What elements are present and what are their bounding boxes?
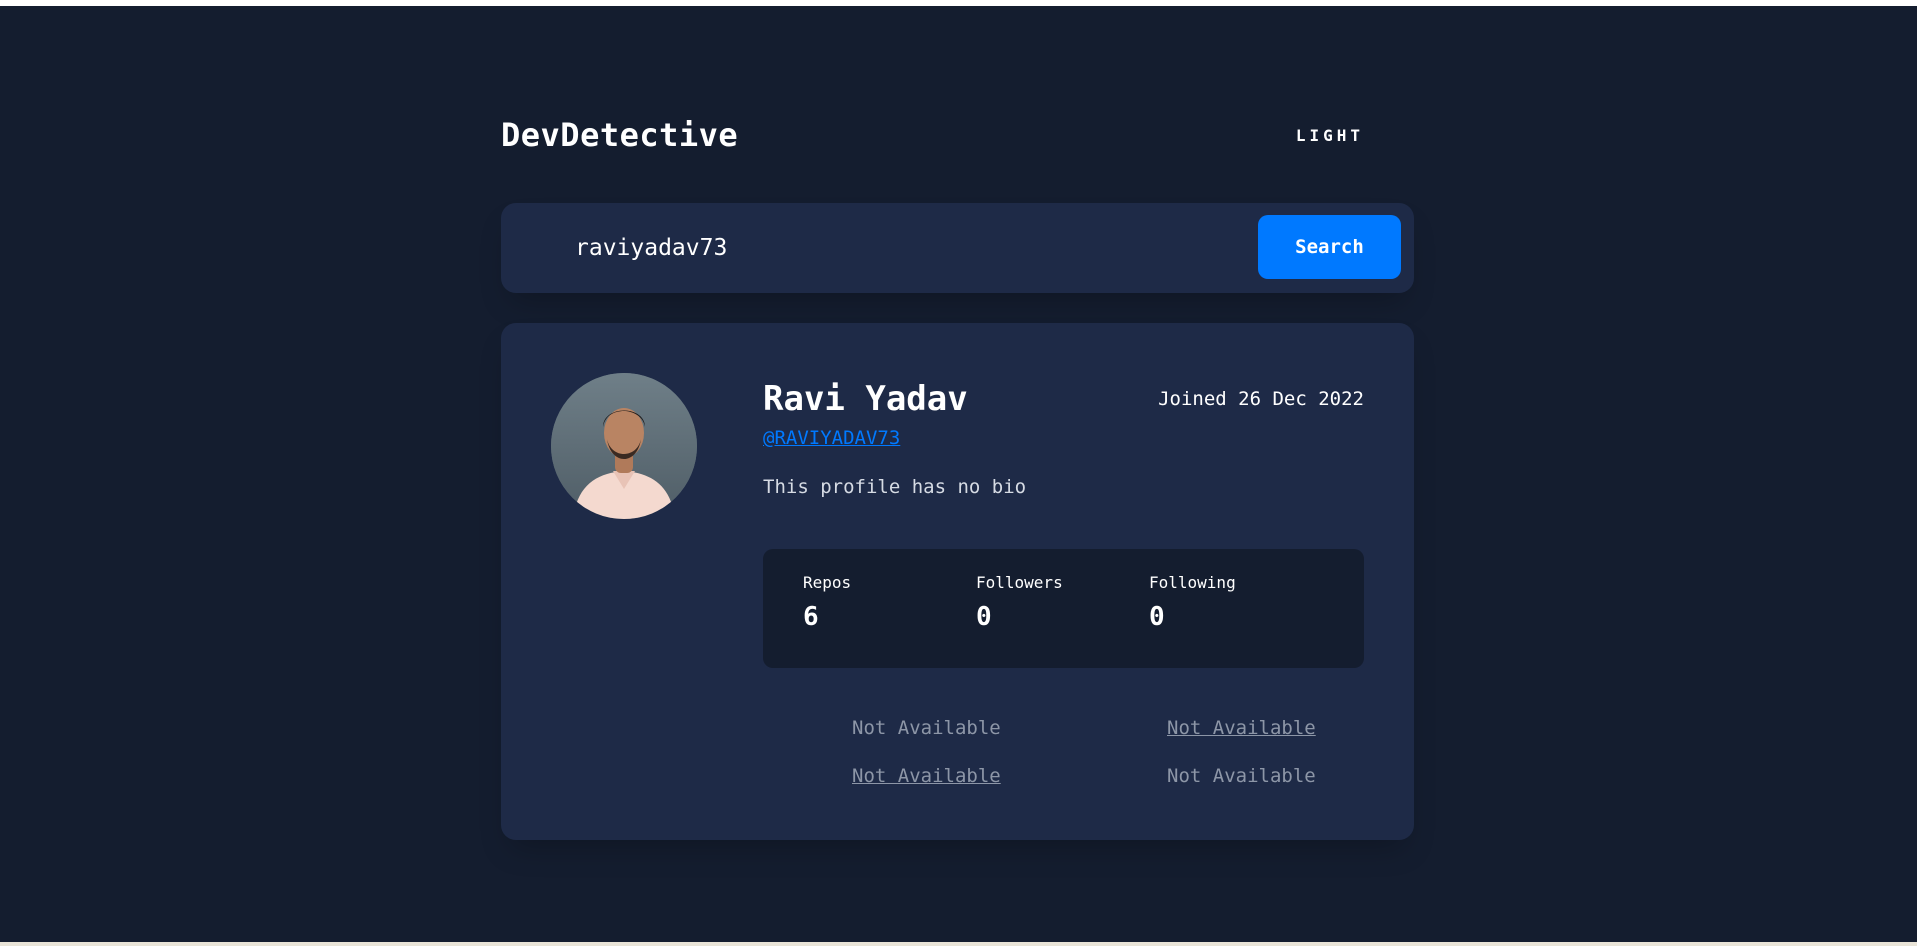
stat-label: Following <box>1149 573 1236 592</box>
stat-label: Repos <box>803 573 852 592</box>
app-container: DevDetective LIGHT Search <box>501 6 1414 840</box>
theme-toggle-button[interactable]: LIGHT <box>1296 126 1364 145</box>
company-text: Not Available <box>1167 765 1316 787</box>
website-link[interactable]: Not Available <box>852 765 1001 787</box>
stat-repos: Repos 6 <box>803 573 851 632</box>
avatar-image <box>551 373 697 519</box>
stats-panel: Repos 6 Followers 0 Following 0 <box>763 549 1364 668</box>
bottom-border <box>0 942 1917 946</box>
stat-followers: Followers 0 <box>976 573 1063 632</box>
location-text: Not Available <box>852 717 1001 739</box>
search-input[interactable] <box>575 227 1215 269</box>
profile-login-link[interactable]: @RAVIYADAV73 <box>763 427 900 449</box>
twitter-link[interactable]: Not Available <box>1167 717 1316 739</box>
stat-value: 6 <box>803 602 819 632</box>
app-title: DevDetective <box>501 116 739 154</box>
stat-value: 0 <box>1149 602 1165 632</box>
profile-card: Ravi Yadav Joined 26 Dec 2022 @RAVIYADAV… <box>501 323 1414 840</box>
stat-following: Following 0 <box>1149 573 1236 632</box>
avatar <box>551 373 697 519</box>
profile-bio: This profile has no bio <box>763 476 1027 498</box>
profile-name: Ravi Yadav <box>763 379 968 419</box>
joined-date: Joined 26 Dec 2022 <box>1158 388 1364 410</box>
app-header: DevDetective LIGHT <box>501 6 1414 206</box>
search-button[interactable]: Search <box>1258 215 1401 279</box>
stat-label: Followers <box>976 573 1063 592</box>
search-bar: Search <box>501 203 1414 293</box>
stat-value: 0 <box>976 602 992 632</box>
